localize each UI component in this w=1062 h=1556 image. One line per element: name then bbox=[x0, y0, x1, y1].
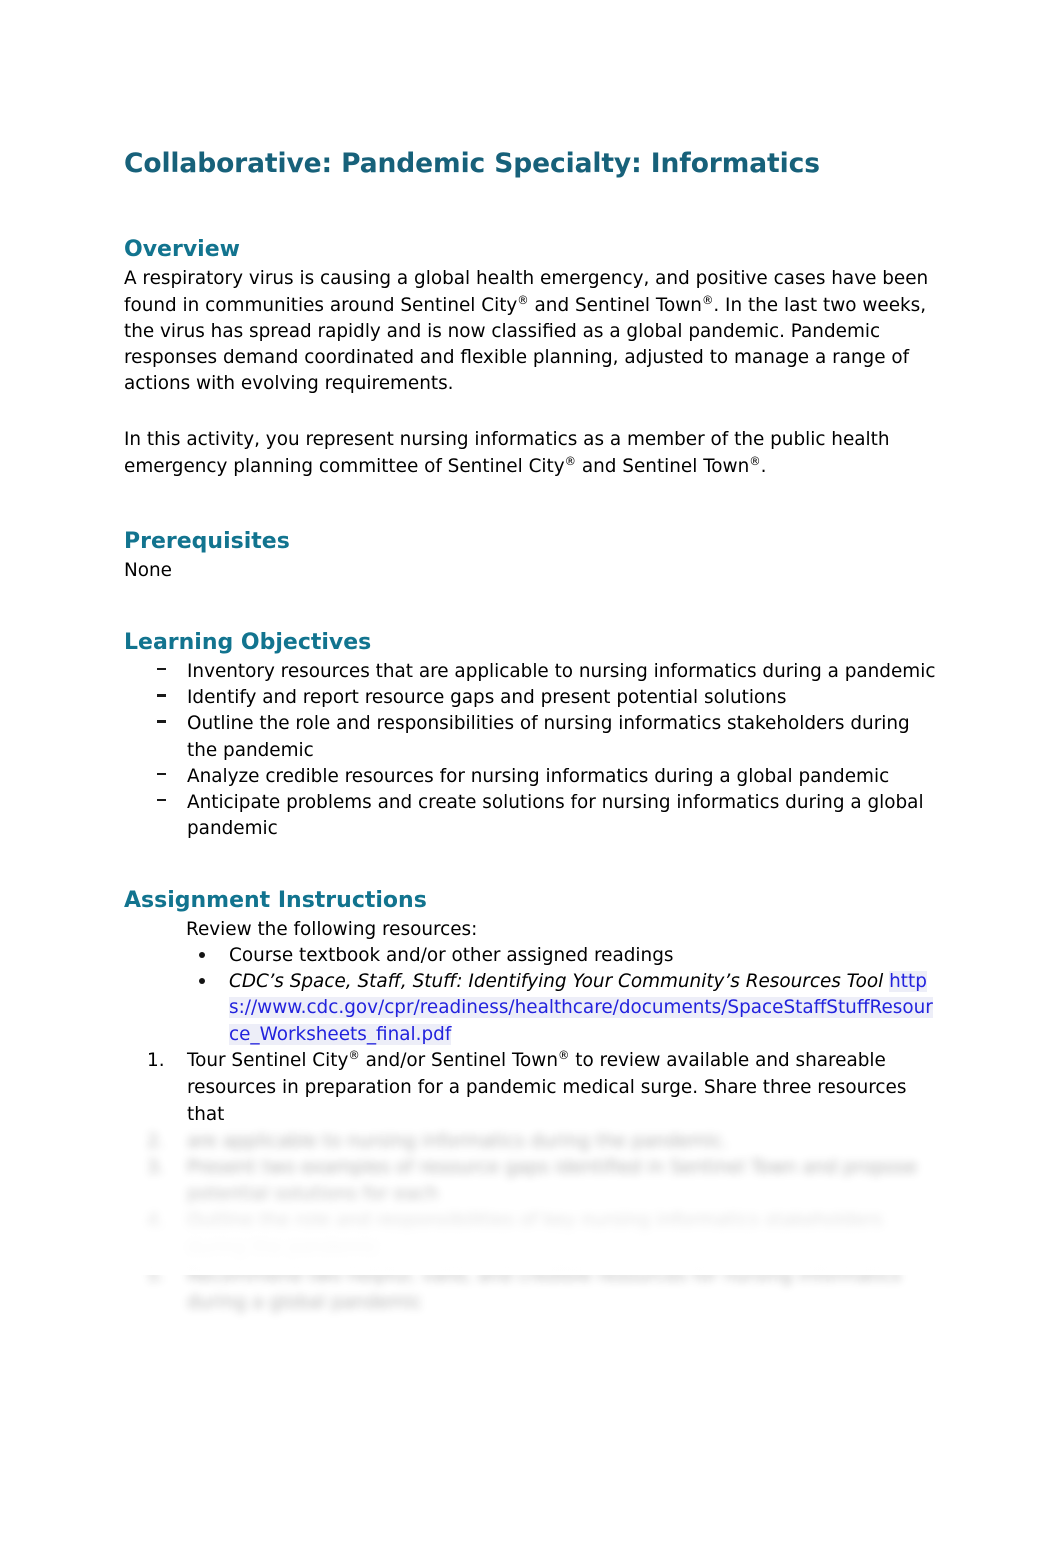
resource-label: CDC’s Space, Staff, Stuff: Identifying Y… bbox=[229, 971, 884, 993]
registered-mark-icon: ® bbox=[749, 453, 761, 468]
registered-mark-icon: ® bbox=[558, 1047, 570, 1062]
document-page: Collaborative: Pandemic Specialty: Infor… bbox=[0, 0, 1062, 1556]
overview-paragraph-2: In this activity, you represent nursing … bbox=[124, 427, 936, 479]
list-item: Present two examples of resource gaps id… bbox=[147, 1155, 918, 1206]
obscured-continuation-line: are applicable to nursing informatics du… bbox=[124, 1129, 936, 1156]
numbered-item-text-a: Tour Sentinel City bbox=[187, 1049, 349, 1071]
overview-paragraph-1: A respiratory virus is causing a global … bbox=[124, 266, 936, 397]
assignment-intro-text: Review the following resources: bbox=[186, 918, 478, 940]
assignment-resources-list: Course textbook and/or other assigned re… bbox=[124, 943, 936, 1048]
assignment-numbered-list: Tour Sentinel City® and/or Sentinel Town… bbox=[124, 1048, 936, 1129]
obscured-numbered-list: are applicable to nursing informatics du… bbox=[124, 1129, 936, 1317]
section-heading-prerequisites: Prerequisites bbox=[124, 528, 290, 554]
registered-mark-icon: ® bbox=[348, 1047, 360, 1062]
numbered-item-text-b: and/or Sentinel Town bbox=[359, 1049, 558, 1071]
list-item: CDC’s Space, Staff, Stuff: Identifying Y… bbox=[186, 969, 936, 1048]
prerequisites-value: None bbox=[124, 560, 172, 582]
list-item: Course textbook and/or other assigned re… bbox=[186, 943, 936, 969]
list-item: Identify and report resource gaps and pr… bbox=[124, 685, 936, 711]
section-heading-assignment-instructions: Assignment Instructions bbox=[124, 888, 427, 914]
list-item: Anticipate problems and create solutions… bbox=[124, 790, 936, 842]
list-item: Outline the role and responsibilities of… bbox=[147, 1209, 883, 1260]
overview-p2-text-c: . bbox=[760, 455, 767, 477]
registered-mark-icon: ® bbox=[517, 292, 529, 307]
overview-p2-text-b: and Sentinel Town bbox=[576, 455, 750, 477]
registered-mark-icon: ® bbox=[564, 453, 577, 468]
list-item: Inventory resources that are applicable … bbox=[124, 659, 936, 685]
list-item: Tour Sentinel City® and/or Sentinel Town… bbox=[124, 1048, 936, 1129]
page-title: Collaborative: Pandemic Specialty: Infor… bbox=[124, 148, 820, 179]
learning-objectives-list: Inventory resources that are applicable … bbox=[124, 659, 936, 842]
obscured-content-region: are applicable to nursing informatics du… bbox=[124, 1129, 936, 1317]
assignment-intro-block: Review the following resources: bbox=[124, 917, 936, 943]
section-heading-learning-objectives: Learning Objectives bbox=[124, 630, 372, 656]
obscured-text: are applicable to nursing informatics du… bbox=[187, 1130, 729, 1152]
list-item: Outline the role and responsibilities of… bbox=[124, 711, 936, 763]
section-heading-overview: Overview bbox=[124, 236, 240, 262]
list-item: Recommend two helpful, valid, and credib… bbox=[147, 1263, 902, 1314]
overview-p1-text-b: and Sentinel Town bbox=[528, 294, 702, 316]
list-item: Analyze credible resources for nursing i… bbox=[124, 764, 936, 790]
registered-mark-icon: ® bbox=[701, 292, 714, 307]
overview-p2-text-a: In this activity, you represent nursing … bbox=[124, 429, 890, 477]
document-content: Collaborative: Pandemic Specialty: Infor… bbox=[124, 148, 936, 1317]
resource-label: Course textbook and/or other assigned re… bbox=[229, 945, 674, 967]
